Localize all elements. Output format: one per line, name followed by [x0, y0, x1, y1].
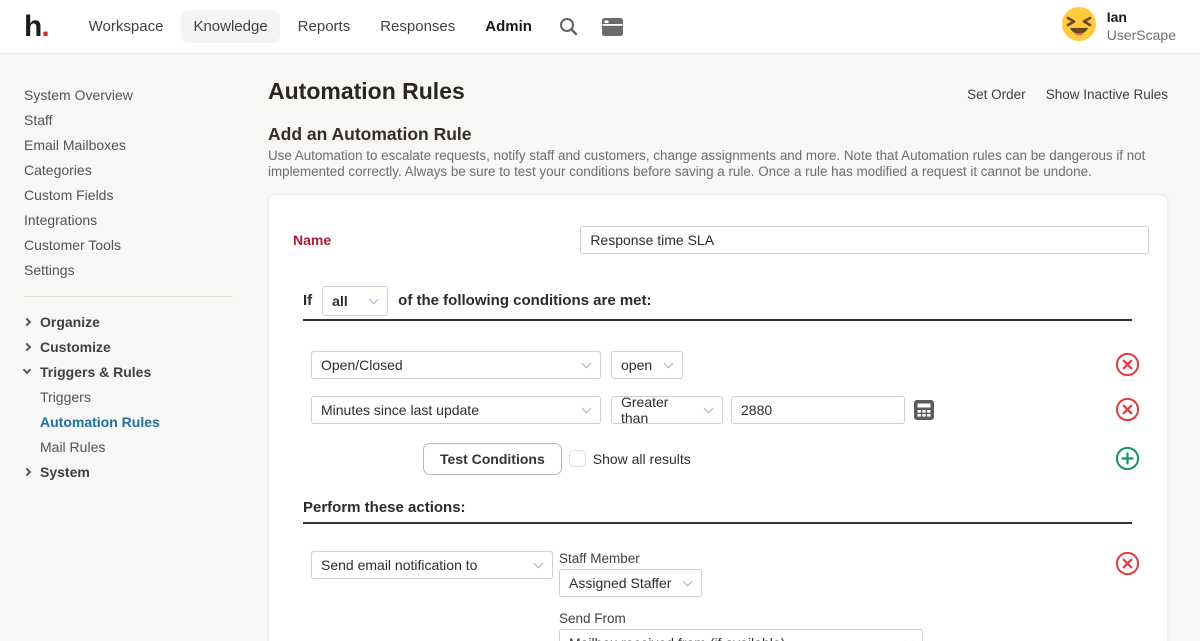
sidebar-item-custom-fields[interactable]: Custom Fields — [24, 182, 260, 207]
add-rule-heading: Add an Automation Rule — [268, 124, 1168, 145]
nav-responses[interactable]: Responses — [368, 10, 467, 43]
rule-name-input[interactable] — [580, 226, 1149, 254]
nav-admin[interactable]: Admin — [473, 10, 544, 43]
condition-field-select[interactable]: Minutes since last update — [311, 396, 601, 424]
chevron-down-icon — [704, 403, 714, 413]
sidebar-item-system-overview[interactable]: System Overview — [24, 82, 260, 107]
chevron-down-icon — [24, 370, 40, 373]
sidebar-divider — [24, 296, 233, 297]
condition-value-select[interactable]: open — [611, 351, 683, 379]
page-actions: Set Order Show Inactive Rules — [967, 87, 1168, 102]
send-from-label: Send From — [559, 611, 923, 626]
automation-rule-form-card: Name If all of the following conditions … — [268, 194, 1168, 641]
sidebar-section-customize[interactable]: Customize — [24, 334, 260, 359]
main-content: Automation Rules Set Order Show Inactive… — [260, 54, 1200, 641]
chevron-right-icon — [24, 344, 40, 350]
actions-divider — [303, 522, 1132, 524]
condition-operator-select[interactable]: Greater than — [611, 396, 723, 424]
chevron-down-icon — [534, 558, 544, 568]
search-icon[interactable] — [558, 16, 579, 37]
sidebar-section-triggers-rules[interactable]: Triggers & Rules — [24, 359, 260, 384]
chevron-down-icon — [664, 358, 674, 368]
conditions-suffix-label: of the following conditions are met: — [398, 292, 651, 309]
app-logo[interactable]: h. — [24, 12, 49, 42]
action-row: Send email notification to Staff Member … — [311, 551, 1140, 641]
chevron-right-icon — [24, 319, 40, 325]
logo-dot: . — [41, 10, 48, 43]
test-conditions-button[interactable]: Test Conditions — [423, 443, 562, 475]
sidebar-item-email-mailboxes[interactable]: Email Mailboxes — [24, 132, 260, 157]
chevron-down-icon — [904, 636, 914, 641]
name-label: Name — [293, 232, 580, 248]
profile-company: UserScape — [1107, 27, 1176, 45]
sidebar-item-categories[interactable]: Categories — [24, 157, 260, 182]
sidebar-item-staff[interactable]: Staff — [24, 107, 260, 132]
sidebar-item-triggers[interactable]: Triggers — [24, 384, 260, 409]
condition-value-input[interactable] — [731, 396, 905, 424]
set-order-link[interactable]: Set Order — [967, 87, 1026, 102]
conditions-divider — [303, 319, 1132, 321]
action-type-select[interactable]: Send email notification to — [311, 551, 553, 579]
page-title: Automation Rules — [268, 78, 465, 105]
staff-member-select[interactable]: Assigned Staffer — [559, 569, 702, 597]
add-rule-description: Use Automation to escalate requests, not… — [268, 148, 1164, 180]
condition-row: Open/Closed open — [311, 351, 1140, 379]
condition-field-select[interactable]: Open/Closed — [311, 351, 601, 379]
calculator-icon[interactable] — [913, 399, 935, 421]
chevron-down-icon — [683, 576, 693, 586]
inbox-icon[interactable] — [601, 17, 624, 37]
test-conditions-row: Test Conditions Show all results — [423, 443, 1140, 475]
nav-reports[interactable]: Reports — [286, 10, 363, 43]
sidebar-item-automation-rules[interactable]: Automation Rules — [24, 409, 260, 434]
header-icons — [558, 16, 624, 37]
show-all-results-label: Show all results — [593, 451, 691, 467]
nav-knowledge[interactable]: Knowledge — [181, 10, 279, 43]
send-from-select[interactable]: Mailbox received from (if available) — [559, 629, 923, 641]
delete-condition-icon[interactable] — [1115, 352, 1140, 377]
profile-text: Ian UserScape — [1107, 9, 1176, 44]
chevron-down-icon — [582, 358, 592, 368]
delete-condition-icon[interactable] — [1115, 397, 1140, 422]
match-type-select[interactable]: all — [322, 286, 388, 316]
main-nav: Workspace Knowledge Reports Responses Ad… — [77, 10, 544, 43]
nav-workspace[interactable]: Workspace — [77, 10, 176, 43]
chevron-down-icon — [369, 294, 379, 304]
action-parameters: Staff Member Assigned Staffer Send From … — [559, 551, 923, 641]
name-row: Name — [293, 226, 1149, 254]
staff-member-label: Staff Member — [559, 551, 923, 566]
chevron-down-icon — [582, 403, 592, 413]
sidebar-item-settings[interactable]: Settings — [24, 257, 260, 282]
profile-name: Ian — [1107, 9, 1176, 27]
add-condition-icon[interactable] — [1115, 446, 1140, 471]
chevron-right-icon — [24, 469, 40, 475]
top-navbar: h. Workspace Knowledge Reports Responses… — [0, 0, 1200, 54]
if-label: If — [303, 292, 312, 309]
sidebar-item-integrations[interactable]: Integrations — [24, 207, 260, 232]
avatar — [1061, 6, 1097, 47]
user-profile[interactable]: Ian UserScape — [1061, 6, 1176, 47]
show-inactive-rules-link[interactable]: Show Inactive Rules — [1046, 87, 1168, 102]
conditions-header-row: If all of the following conditions are m… — [303, 286, 1149, 316]
sidebar-section-system[interactable]: System — [24, 459, 260, 484]
sidebar-section-organize[interactable]: Organize — [24, 309, 260, 334]
admin-sidebar: System Overview Staff Email Mailboxes Ca… — [0, 54, 260, 484]
sidebar-item-mail-rules[interactable]: Mail Rules — [24, 434, 260, 459]
sidebar-item-customer-tools[interactable]: Customer Tools — [24, 232, 260, 257]
delete-action-icon[interactable] — [1115, 551, 1140, 576]
condition-row: Minutes since last update Greater than — [311, 396, 1140, 424]
show-all-results-checkbox[interactable] — [569, 450, 586, 467]
perform-actions-heading: Perform these actions: — [303, 499, 1149, 516]
